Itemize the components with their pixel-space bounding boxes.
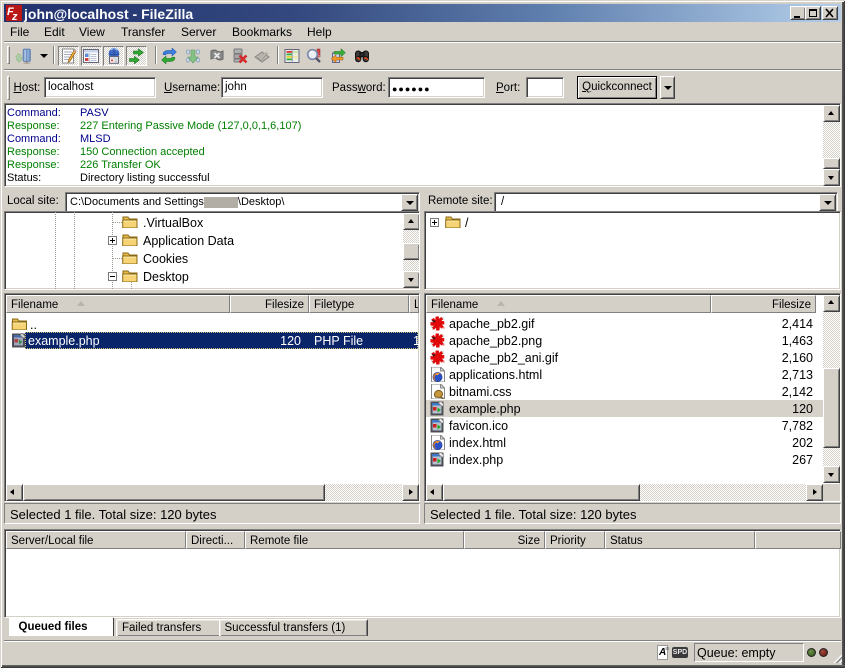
svg-text:z: z	[11, 11, 18, 21]
